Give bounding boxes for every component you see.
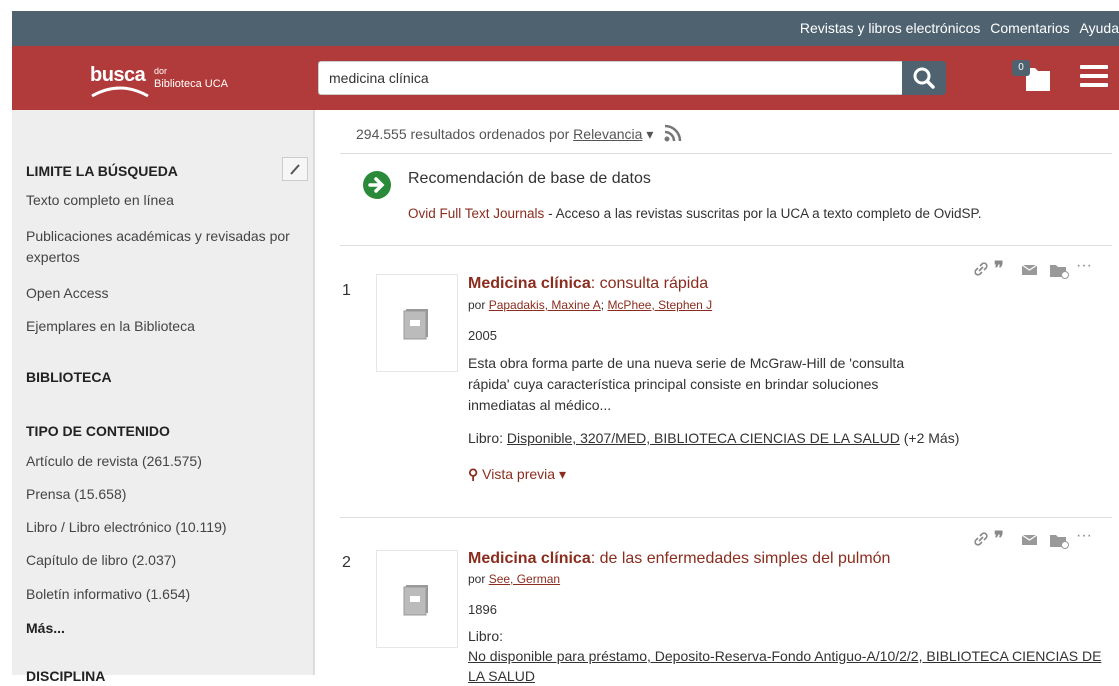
magnifier-icon: ⚲ xyxy=(468,466,479,482)
saved-count-badge: 0 xyxy=(1012,60,1030,76)
permalink-icon[interactable] xyxy=(972,530,990,553)
limit-open-access[interactable]: Open Access xyxy=(26,283,296,304)
caret-down-icon: ▾ xyxy=(558,466,566,482)
result-authors: por Papadakis, Maxine A; McPhee, Stephen… xyxy=(468,298,713,312)
sidebar: LIMITE LA BÚSQUEDA Texto completo en lín… xyxy=(12,110,315,684)
result-title[interactable]: Medicina clínica: consulta rápida xyxy=(468,275,708,293)
result-number: 1 xyxy=(342,282,351,299)
divider xyxy=(340,517,1112,518)
result-availability: Libro: Disponible, 3207/MED, BIBLIOTECA … xyxy=(468,430,959,446)
availability-label: Libro: xyxy=(468,430,504,446)
result-year: 2005 xyxy=(468,328,497,343)
hamburger-menu-icon xyxy=(1080,65,1108,87)
link-comments[interactable]: Comentarios xyxy=(990,20,1069,36)
divider xyxy=(340,245,1112,246)
results-count: 294.555 resultados ordenados por Relevan… xyxy=(356,123,685,143)
result-title-match: Medicina clínica xyxy=(468,275,591,292)
top-bar: Revistas y libros electrónicos Comentari… xyxy=(12,11,1119,46)
result-actions: ❞ ··· xyxy=(972,258,1112,283)
more-types-link[interactable]: Más... xyxy=(26,620,65,636)
logo[interactable]: busca dor Biblioteca UCA xyxy=(90,58,270,98)
author-link[interactable]: See, German xyxy=(489,572,560,586)
edit-limits-button[interactable] xyxy=(282,157,308,181)
add-to-folder-icon[interactable] xyxy=(1048,530,1070,555)
preview-toggle[interactable]: ⚲ Vista previa ▾ xyxy=(468,466,566,483)
recommendation-desc-text: - Acceso a las revistas suscritas por la… xyxy=(544,206,982,221)
availability-link[interactable]: No disponible para préstamo, Deposito-Re… xyxy=(468,648,1101,684)
type-newsletter[interactable]: Boletín informativo (1.654) xyxy=(26,584,296,605)
author-link[interactable]: Papadakis, Maxine A xyxy=(489,298,601,312)
logo-suffix: dor xyxy=(154,66,168,76)
cite-icon[interactable]: ❞ xyxy=(994,529,1004,547)
pencil-icon xyxy=(290,164,300,175)
type-journal-article[interactable]: Artículo de revista (261.575) xyxy=(26,451,296,472)
result-availability: Libro: No disponible para préstamo, Depo… xyxy=(468,626,1118,686)
recommendation-title: Recomendación de base de datos xyxy=(408,170,651,187)
logo-text: busca xyxy=(90,64,146,86)
link-help[interactable]: Ayuda xyxy=(1080,20,1119,36)
limit-in-library[interactable]: Ejemplares en la Biblioteca xyxy=(26,316,296,337)
menu-button[interactable] xyxy=(1078,62,1110,92)
results-count-text: 294.555 resultados ordenados por xyxy=(356,126,570,142)
results-panel: 294.555 resultados ordenados por Relevan… xyxy=(340,110,1119,684)
content-type-heading: TIPO DE CONTENIDO xyxy=(26,423,170,439)
email-icon[interactable] xyxy=(1020,260,1040,283)
top-links: Revistas y libros electrónicos Comentari… xyxy=(794,20,1119,36)
discipline-heading[interactable]: DISCIPLINA xyxy=(26,668,105,684)
email-icon[interactable] xyxy=(1020,530,1040,553)
search-button[interactable] xyxy=(902,61,946,95)
limit-peer-reviewed[interactable]: Publicaciones académicas y revisadas por… xyxy=(26,226,296,268)
limit-search-heading: LIMITE LA BÚSQUEDA xyxy=(26,163,178,179)
result-title-match: Medicina clínica xyxy=(468,550,591,567)
result-title-rest: : de las enfermedades simples del pulmón xyxy=(590,550,891,567)
divider xyxy=(340,153,1112,154)
availability-link[interactable]: Disponible, 3207/MED, BIBLIOTECA CIENCIA… xyxy=(507,430,900,446)
result-title[interactable]: Medicina clínica: de las enfermedades si… xyxy=(468,550,890,568)
author-link[interactable]: McPhee, Stephen J xyxy=(607,298,712,312)
book-cover-thumbnail[interactable] xyxy=(376,274,458,372)
link-electronic-resources[interactable]: Revistas y libros electrónicos xyxy=(800,20,981,36)
sort-dropdown[interactable]: Relevancia xyxy=(573,126,642,142)
book-icon xyxy=(403,309,428,340)
recommendation-description: Ovid Full Text Journals - Acceso a las r… xyxy=(408,206,982,221)
logo-subtitle: Biblioteca UCA xyxy=(154,78,228,90)
result-authors: por See, German xyxy=(468,572,560,586)
availability-more[interactable]: (+2 Más) xyxy=(904,430,960,446)
caret-down-icon[interactable]: ▾ xyxy=(646,126,653,142)
more-actions-icon[interactable]: ··· xyxy=(1076,528,1092,544)
library-heading[interactable]: BIBLIOTECA xyxy=(26,369,112,385)
result-year: 1896 xyxy=(468,602,497,617)
ovid-database-link[interactable]: Ovid Full Text Journals xyxy=(408,206,544,221)
rss-icon[interactable] xyxy=(663,123,685,143)
preview-label: Vista previa xyxy=(482,466,556,482)
limit-full-text[interactable]: Texto completo en línea xyxy=(26,190,296,211)
result-number: 2 xyxy=(342,554,351,571)
search-icon xyxy=(913,67,935,89)
arrow-right-circle-icon xyxy=(363,171,391,199)
result-actions: ❞ ··· xyxy=(972,528,1112,553)
type-book[interactable]: Libro / Libro electrónico (10.119) xyxy=(26,517,296,538)
type-newspaper[interactable]: Prensa (15.658) xyxy=(26,484,296,505)
result-title-rest: : consulta rápida xyxy=(590,275,709,292)
result-description: Esta obra forma parte de una nueva serie… xyxy=(468,355,905,413)
more-actions-icon[interactable]: ··· xyxy=(1076,258,1092,274)
book-cover-thumbnail[interactable] xyxy=(376,550,458,648)
type-book-chapter[interactable]: Capítulo de libro (2.037) xyxy=(26,550,296,571)
author-prefix: por xyxy=(468,298,486,312)
book-icon xyxy=(403,585,428,616)
cite-icon[interactable]: ❞ xyxy=(994,259,1004,277)
permalink-icon[interactable] xyxy=(972,260,990,283)
author-prefix: por xyxy=(468,572,486,586)
saved-items-button[interactable]: 0 xyxy=(1012,58,1052,94)
add-to-folder-icon[interactable] xyxy=(1048,260,1070,285)
search-input[interactable]: medicina clínica xyxy=(318,61,914,95)
availability-label: Libro: xyxy=(468,628,504,644)
header: busca dor Biblioteca UCA medicina clínic… xyxy=(12,46,1119,110)
